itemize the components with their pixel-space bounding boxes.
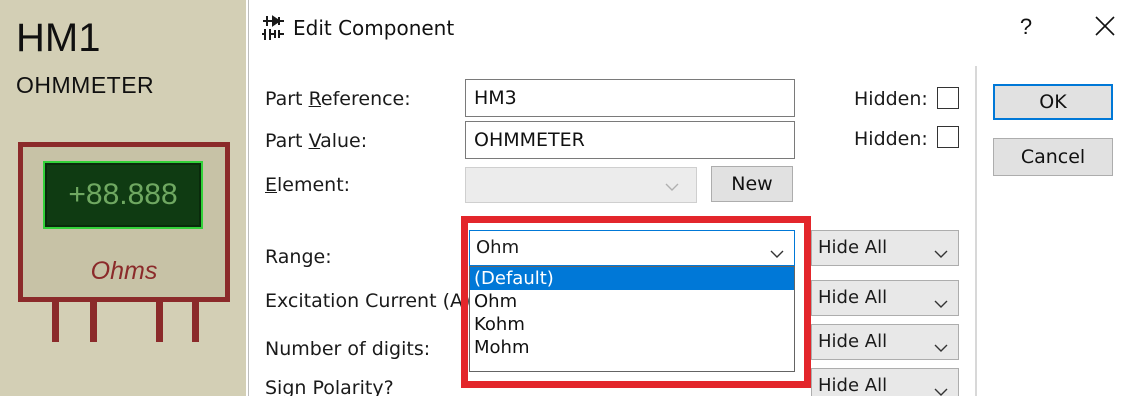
highlight-box xyxy=(461,216,811,388)
range-label: Range: xyxy=(265,246,332,268)
excitation-visibility-value: Hide All xyxy=(818,287,888,308)
meter-pin xyxy=(52,302,59,342)
part-reference-label: Part Reference: xyxy=(265,88,411,110)
digits-visibility-value: Hide All xyxy=(818,331,888,352)
sign-polarity-label: Sign Polarity? xyxy=(265,377,394,396)
part-reference-hidden-label: Hidden: xyxy=(854,88,928,110)
element-label: Element: xyxy=(265,174,351,196)
chevron-down-icon xyxy=(934,293,948,314)
meter-pin xyxy=(156,302,163,342)
chevron-down-icon xyxy=(934,337,948,358)
chevron-down-icon xyxy=(934,381,948,396)
close-button[interactable] xyxy=(1085,12,1125,46)
component-type: OHMMETER xyxy=(16,72,155,98)
schematic-panel: HM1 OHMMETER +88.888 Ohms xyxy=(0,0,246,396)
chevron-down-icon xyxy=(934,243,948,264)
ohmmeter-symbol[interactable]: +88.888 Ohms xyxy=(18,142,230,302)
close-icon xyxy=(1095,16,1115,36)
excitation-current-label: Excitation Current (A) xyxy=(265,290,471,312)
new-element-button[interactable]: New xyxy=(711,166,793,202)
component-icon xyxy=(261,14,285,42)
edit-component-dialog: Edit Component ? Part Reference: HM3 Hid… xyxy=(248,0,1136,396)
component-designator: HM1 xyxy=(16,16,101,60)
ok-button[interactable]: OK xyxy=(993,84,1113,120)
dialog-title: Edit Component xyxy=(293,16,455,40)
number-of-digits-label: Number of digits: xyxy=(265,338,431,360)
meter-display: +88.888 xyxy=(43,161,203,229)
chevron-down-icon xyxy=(665,179,679,197)
part-value-hidden-checkbox[interactable] xyxy=(937,126,959,148)
part-reference-input[interactable]: HM3 xyxy=(465,79,795,117)
meter-unit-label: Ohms xyxy=(90,257,158,285)
part-value-label: Part Value: xyxy=(265,130,368,152)
meter-pin xyxy=(192,302,199,342)
element-select[interactable] xyxy=(465,167,697,203)
meter-pin xyxy=(90,302,97,342)
part-value-input[interactable]: OHMMETER xyxy=(465,121,795,159)
dialog-titlebar[interactable]: Edit Component ? xyxy=(249,0,1136,58)
polarity-visibility-select[interactable]: Hide All xyxy=(811,368,959,396)
part-reference-hidden-checkbox[interactable] xyxy=(937,87,959,109)
separator xyxy=(975,66,977,396)
digits-visibility-select[interactable]: Hide All xyxy=(811,324,959,360)
cancel-button[interactable]: Cancel xyxy=(993,138,1113,176)
excitation-visibility-select[interactable]: Hide All xyxy=(811,280,959,316)
range-visibility-value: Hide All xyxy=(818,237,888,258)
range-visibility-select[interactable]: Hide All xyxy=(811,230,959,266)
help-button[interactable]: ? xyxy=(1013,14,1039,44)
polarity-visibility-value: Hide All xyxy=(818,375,888,396)
part-value-hidden-label: Hidden: xyxy=(854,128,928,150)
